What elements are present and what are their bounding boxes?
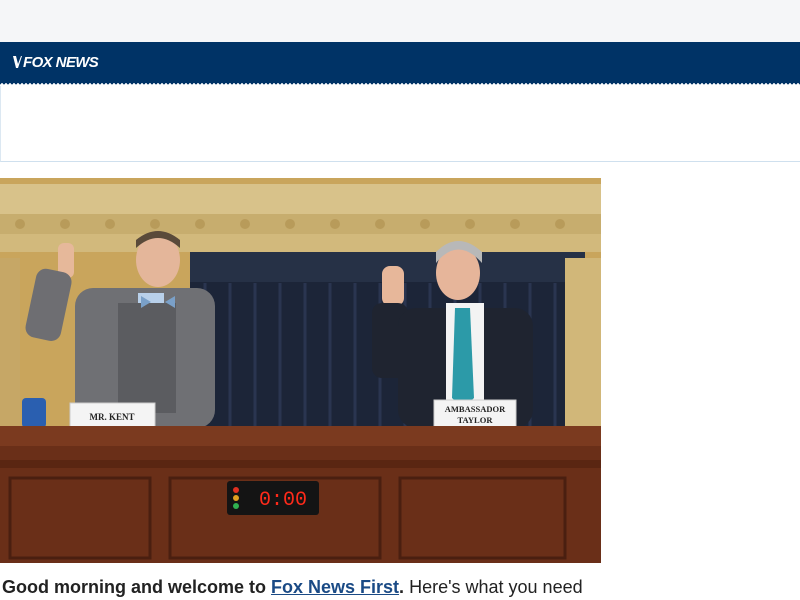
placard-taylor: TAYLOR	[458, 415, 494, 425]
hero-image: MR. KENT AMBASSADOR TAYLOR 0:00	[0, 178, 601, 563]
ad-placeholder	[0, 86, 800, 162]
timer-readout: 0:00	[259, 489, 307, 512]
browser-top-strip	[0, 0, 800, 42]
placard-ambassador: AMBASSADOR	[445, 404, 506, 414]
intro-lead: Good morning and welcome to	[2, 577, 272, 597]
intro-paragraph: Good morning and welcome to Fox News Fir…	[2, 575, 798, 599]
site-header: FOX NEWS	[0, 42, 800, 86]
fox-news-logo[interactable]: FOX NEWS	[12, 53, 99, 71]
fox-news-first-link[interactable]: Fox News First	[271, 577, 399, 597]
fox-logo-mark-icon	[13, 56, 22, 68]
placard-mr-kent: MR. KENT	[90, 412, 135, 422]
intro-rest: Here's what you need	[404, 577, 583, 597]
logo-text: FOX NEWS	[23, 53, 99, 71]
